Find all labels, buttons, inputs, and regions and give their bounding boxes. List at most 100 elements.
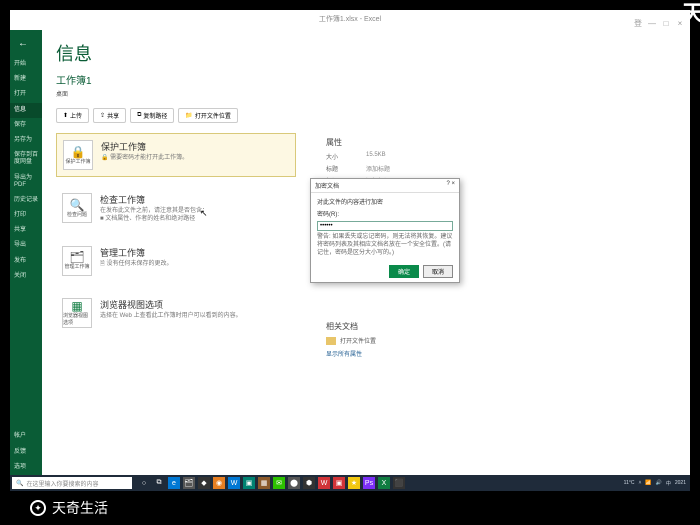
- maximize-icon[interactable]: □: [662, 14, 670, 22]
- app4-icon[interactable]: ▦: [258, 477, 270, 489]
- clock[interactable]: 2021: [675, 480, 686, 486]
- sidebar-item-account[interactable]: 帐户: [10, 429, 42, 444]
- app-icon[interactable]: ◆: [198, 477, 210, 489]
- watermark-bar: ✦ 天奇生活: [0, 491, 700, 525]
- sidebar-item-save[interactable]: 保存: [10, 118, 42, 133]
- open-file-location-link[interactable]: 打开文件位置: [326, 336, 676, 345]
- protect-desc: 🔒 需要密码才能打开此工作簿。: [101, 155, 188, 163]
- search-placeholder: 在这里输入你要搜索的内容: [26, 479, 98, 488]
- backstage-sidebar: ← 开始 新建 打开 信息 保存 另存为 保存到百度网盘 导出为PDF 历史记录…: [10, 30, 42, 475]
- open-location-button[interactable]: 📁 打开文件位置: [178, 108, 238, 123]
- manage-title: 管理工作簿: [100, 246, 173, 259]
- manage-desc: 🗎 没有任何未保存的更改。: [100, 261, 173, 269]
- taskbar: 🔍 在这里输入你要搜索的内容 ○ ⧉ e 🗂 ◆ ◉ W ▣ ▦ ✉ ⬤ ⬢ W…: [10, 475, 690, 491]
- sidebar-item-publish[interactable]: 发布: [10, 254, 42, 269]
- browser-desc: 选择在 Web 上查看此工作簿时用户可以看到的内容。: [100, 313, 242, 321]
- edge-icon[interactable]: e: [168, 477, 180, 489]
- prop-row-title[interactable]: 标题添加标题: [326, 164, 676, 173]
- weather-widget[interactable]: 11°C: [624, 480, 635, 486]
- taskbar-search[interactable]: 🔍 在这里输入你要搜索的内容: [12, 477, 132, 489]
- sidebar-item-options[interactable]: 选项: [10, 460, 42, 475]
- signin-label[interactable]: 登录: [634, 14, 642, 22]
- back-arrow-icon[interactable]: ←: [10, 34, 42, 57]
- tray-up-icon[interactable]: ˄: [638, 480, 641, 486]
- document-name: 工作簿1: [56, 72, 676, 87]
- copy-path-button[interactable]: ⧉ 复制路径: [130, 108, 174, 123]
- cortana-icon[interactable]: ○: [138, 477, 150, 489]
- browser-view-panel: ▦ 浏览器视图选项 浏览器视图选项 选择在 Web 上查看此工作簿时用户可以看到…: [56, 292, 296, 334]
- excel-icon[interactable]: X: [378, 477, 390, 489]
- ps-icon[interactable]: Ps: [363, 477, 375, 489]
- browser-title: 浏览器视图选项: [100, 298, 242, 311]
- prop-row-size: 大小15.5KB: [326, 152, 676, 161]
- encrypt-document-dialog: 加密文档 ? × 对此文件的内容进行加密 密码(R): 警告: 如果丢失或忘记密…: [310, 178, 460, 283]
- app3-icon[interactable]: ▣: [243, 477, 255, 489]
- app6-icon[interactable]: ⬢: [303, 477, 315, 489]
- sidebar-item-pdf[interactable]: 导出为PDF: [10, 171, 42, 193]
- manage-icon: 🗂: [69, 251, 84, 263]
- password-label: 密码(R):: [317, 209, 453, 218]
- app8-icon[interactable]: ★: [348, 477, 360, 489]
- dialog-subtitle: 对此文件的内容进行加密: [317, 197, 453, 206]
- word-icon[interactable]: W: [228, 477, 240, 489]
- app5-icon[interactable]: ⬤: [288, 477, 300, 489]
- volume-icon[interactable]: 🔊: [656, 480, 662, 486]
- app9-icon[interactable]: ⬛: [393, 477, 405, 489]
- inspect-title: 检查工作簿: [100, 193, 208, 206]
- protect-workbook-panel: 🔒 保护工作簿 保护工作簿 🔒 需要密码才能打开此工作簿。: [56, 133, 296, 177]
- watermark-logo-icon: ✦: [30, 500, 46, 516]
- manage-button[interactable]: 🗂 管理工作簿: [62, 246, 92, 276]
- sidebar-item-info[interactable]: 信息: [10, 103, 42, 118]
- minimize-icon[interactable]: —: [648, 14, 656, 22]
- window-title: 工作簿1.xlsx - Excel: [319, 16, 381, 23]
- lock-icon: 🔒: [71, 146, 86, 158]
- sidebar-item-new[interactable]: 新建: [10, 72, 42, 87]
- wps-icon[interactable]: W: [318, 477, 330, 489]
- sidebar-item-open[interactable]: 打开: [10, 87, 42, 102]
- explorer-icon[interactable]: 🗂: [183, 477, 195, 489]
- dialog-warning: 警告: 如果丢失或忘记密码，则无法将其恢复。建议将密码列表及其相应文档名放在一个…: [317, 234, 453, 257]
- taskview-icon[interactable]: ⧉: [153, 477, 165, 489]
- properties-heading: 属性: [326, 137, 676, 148]
- inspect-workbook-panel: 🔍 检查问题 检查工作簿 在发布此文件之前，请注意其是否包含： ■ 文档属性、作…: [56, 187, 296, 230]
- search-icon: 🔍: [16, 480, 23, 487]
- related-docs-heading: 相关文档: [326, 321, 676, 332]
- sidebar-item-share[interactable]: 共享: [10, 223, 42, 238]
- app2-icon[interactable]: ◉: [213, 477, 225, 489]
- sidebar-item-export[interactable]: 导出: [10, 238, 42, 253]
- inspect-icon: 🔍: [70, 199, 85, 211]
- sidebar-item-saveas[interactable]: 另存为: [10, 133, 42, 148]
- inspect-desc: 在发布此文件之前，请注意其是否包含： ■ 文档属性、作者的姓名和绝对路径: [100, 208, 208, 224]
- manage-workbook-panel: 🗂 管理工作簿 管理工作簿 🗎 没有任何未保存的更改。: [56, 240, 296, 282]
- page-title: 信息: [56, 40, 676, 66]
- sidebar-item-baidu[interactable]: 保存到百度网盘: [10, 148, 42, 170]
- corner-brand: 天: [682, 0, 700, 28]
- ok-button[interactable]: 确定: [389, 265, 419, 278]
- sidebar-item-home[interactable]: 开始: [10, 57, 42, 72]
- inspect-button[interactable]: 🔍 检查问题: [62, 193, 92, 223]
- watermark-text: 天奇生活: [52, 498, 108, 518]
- sidebar-item-print[interactable]: 打印: [10, 208, 42, 223]
- app7-icon[interactable]: ▣: [333, 477, 345, 489]
- network-icon[interactable]: 📶: [645, 480, 651, 486]
- show-all-properties-link[interactable]: 显示所有属性: [326, 349, 676, 358]
- share-button[interactable]: ⇪ 共享: [93, 108, 126, 123]
- protect-workbook-button[interactable]: 🔒 保护工作簿: [63, 140, 93, 170]
- browser-view-button[interactable]: ▦ 浏览器视图选项: [62, 298, 92, 328]
- dialog-help-icon[interactable]: ?: [446, 181, 449, 187]
- sidebar-item-feedback[interactable]: 反馈: [10, 445, 42, 460]
- document-location: 桌面: [56, 89, 676, 98]
- sidebar-item-history[interactable]: 历史记录: [10, 193, 42, 208]
- wechat-icon[interactable]: ✉: [273, 477, 285, 489]
- browser-icon: ▦: [71, 300, 82, 312]
- dialog-title: 加密文档: [315, 181, 339, 190]
- upload-button[interactable]: ⬆ 上传: [56, 108, 89, 123]
- cancel-button[interactable]: 取消: [423, 265, 453, 278]
- folder-icon: [326, 337, 336, 345]
- password-input[interactable]: [317, 221, 453, 231]
- dialog-close-icon[interactable]: ×: [451, 181, 455, 187]
- ime-icon[interactable]: 中: [666, 480, 671, 487]
- protect-title: 保护工作簿: [101, 140, 188, 153]
- titlebar: 工作簿1.xlsx - Excel 登录 — □ ×: [10, 10, 690, 30]
- sidebar-item-close[interactable]: 关闭: [10, 269, 42, 284]
